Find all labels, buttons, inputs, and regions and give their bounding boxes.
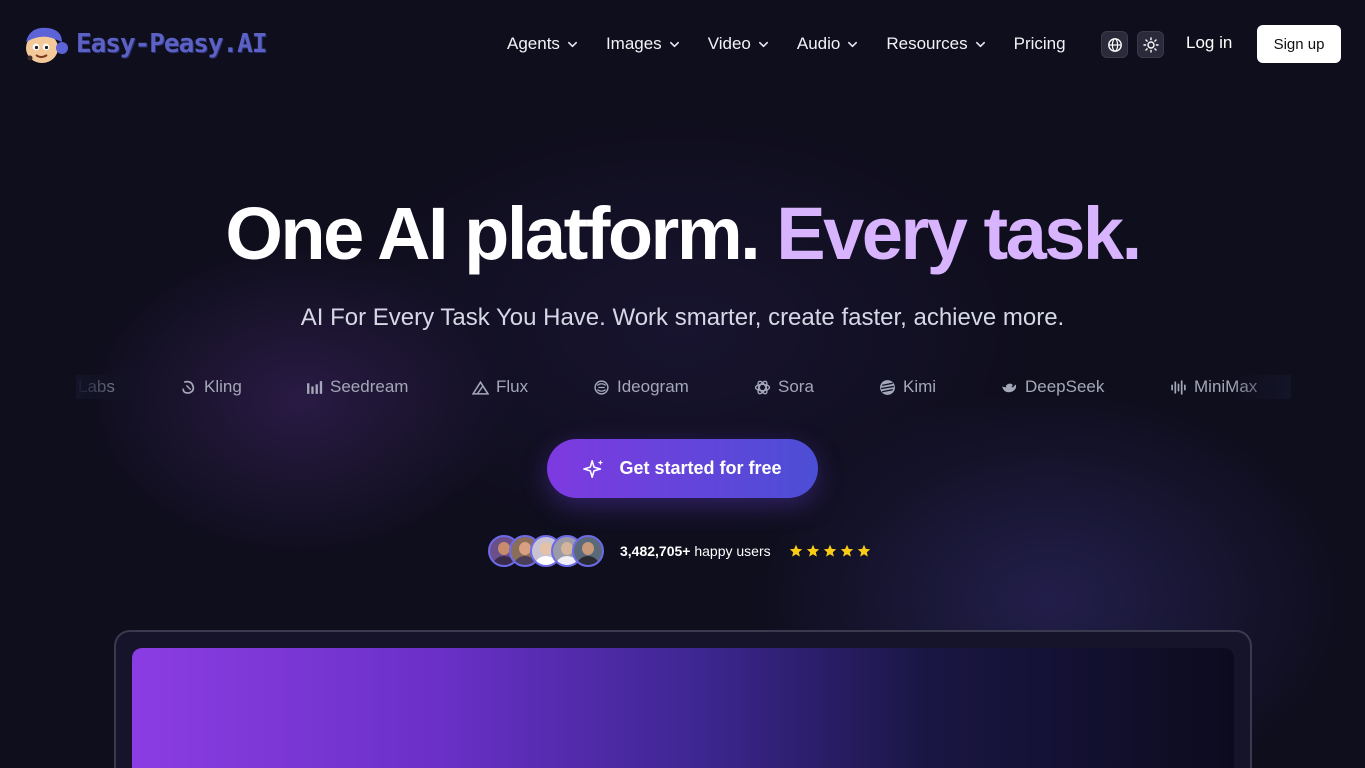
kimi-icon xyxy=(880,379,895,395)
chevron-down-icon xyxy=(669,41,679,47)
chevron-down-icon xyxy=(848,41,858,47)
model-name: DeepSeek xyxy=(1025,377,1105,396)
hero-title-part1: One AI platform. xyxy=(225,192,777,275)
seedream-icon xyxy=(307,380,323,394)
logo-text: Easy-Peasy.AI xyxy=(76,29,267,59)
model-kling: Kling xyxy=(180,377,242,397)
user-count-suffix: happy users xyxy=(690,543,771,559)
sora-icon xyxy=(754,380,771,394)
sparkles-icon xyxy=(583,459,604,478)
flux-icon xyxy=(472,380,489,395)
sun-icon xyxy=(1142,36,1159,53)
model-logo-strip: Labs Kling Seedream Flux Ideogram Sora K… xyxy=(76,375,1291,399)
get-started-button[interactable]: Get started for free xyxy=(547,439,818,498)
model-labs: Labs xyxy=(78,377,115,397)
main-nav: Agents Images Video Audio Resources Pric… xyxy=(507,26,1094,62)
nav-item-video[interactable]: Video xyxy=(708,34,769,54)
avatar xyxy=(572,535,604,567)
get-started-label: Get started for free xyxy=(619,458,782,478)
chevron-down-icon xyxy=(975,41,985,47)
model-seedream: Seedream xyxy=(306,377,408,397)
product-preview xyxy=(132,648,1234,768)
theme-toggle-button[interactable] xyxy=(1137,31,1164,58)
model-name: Sora xyxy=(778,377,814,396)
chevron-down-icon xyxy=(567,41,577,47)
nav-item-images[interactable]: Images xyxy=(606,34,680,54)
star-icon xyxy=(840,544,853,557)
model-name: Ideogram xyxy=(617,377,689,396)
minimax-icon xyxy=(1171,379,1186,395)
chevron-down-icon xyxy=(758,41,768,47)
site-header: Easy-Peasy.AI Agents Images Video Audio … xyxy=(0,0,1365,88)
social-proof: 3,482,705+ happy users xyxy=(488,534,871,568)
model-name: Kling xyxy=(204,377,242,396)
model-name: Kimi xyxy=(903,377,937,396)
globe-icon xyxy=(1107,37,1122,52)
model-deepseek: DeepSeek xyxy=(1001,377,1104,397)
rating-stars xyxy=(789,544,871,558)
logo-link[interactable]: Easy-Peasy.AI xyxy=(22,24,267,64)
nav-item-audio[interactable]: Audio xyxy=(797,34,858,54)
model-name: MiniMax xyxy=(1194,377,1258,396)
nav-item-label: Pricing xyxy=(1013,34,1066,53)
hero-subtitle: AI For Every Task You Have. Work smarter… xyxy=(300,304,1065,331)
nav-item-pricing[interactable]: Pricing xyxy=(1014,34,1066,54)
user-avatars xyxy=(488,535,604,567)
star-icon xyxy=(857,544,870,557)
star-icon xyxy=(823,544,836,557)
language-button[interactable] xyxy=(1101,31,1128,58)
model-ideogram: Ideogram xyxy=(593,377,689,397)
nav-item-label: Agents xyxy=(507,34,560,53)
user-count-number: 3,482,705+ xyxy=(620,543,691,559)
model-name: Labs xyxy=(78,377,115,396)
model-name: Seedream xyxy=(330,377,409,396)
model-flux: Flux xyxy=(472,377,528,397)
model-sora: Sora xyxy=(754,377,814,397)
hero-title: One AI platform. Every task. xyxy=(0,192,1365,276)
signup-button[interactable]: Sign up xyxy=(1257,25,1341,63)
model-kimi: Kimi xyxy=(879,377,936,397)
model-minimax: MiniMax xyxy=(1170,377,1257,397)
nav-item-resources[interactable]: Resources xyxy=(886,34,985,54)
deepseek-icon xyxy=(1002,383,1017,392)
user-count: 3,482,705+ happy users xyxy=(620,543,771,559)
login-link[interactable]: Log in xyxy=(1186,33,1232,53)
nav-item-label: Resources xyxy=(886,34,968,53)
nav-item-label: Images xyxy=(605,34,662,53)
nav-item-label: Video xyxy=(707,34,751,53)
star-icon xyxy=(789,544,802,557)
nav-item-label: Audio xyxy=(796,34,841,53)
mascot-logo-icon xyxy=(26,27,68,63)
ideogram-icon xyxy=(594,379,609,395)
kling-icon xyxy=(182,380,195,394)
star-icon xyxy=(806,544,819,557)
hero-title-part2: Every task. xyxy=(776,192,1142,275)
nav-item-agents[interactable]: Agents xyxy=(507,34,578,54)
model-name: Flux xyxy=(496,377,529,396)
